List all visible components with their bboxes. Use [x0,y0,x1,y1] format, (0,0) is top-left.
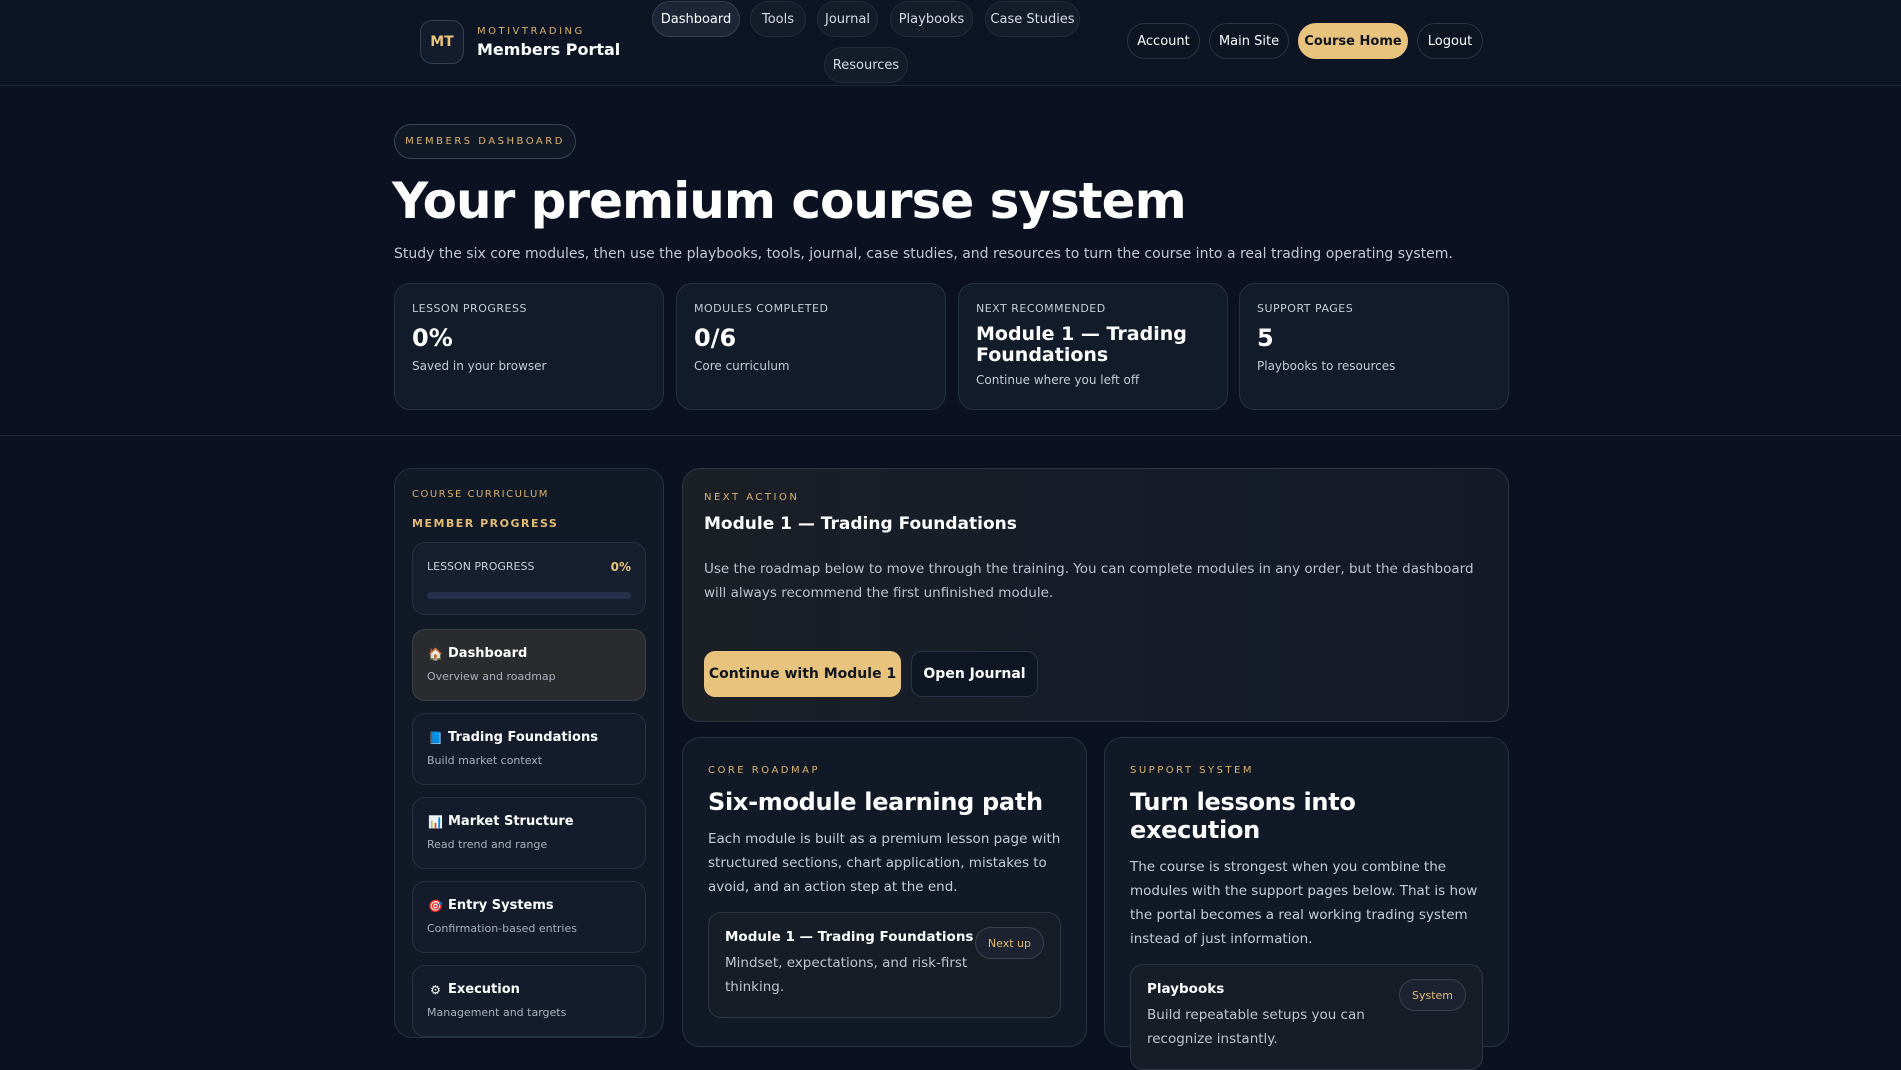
lesson-progress-box: LESSON PROGRESS 0% [412,542,646,615]
status-badge: Next up [974,927,1044,959]
support-title: Turn lessons into execution [1130,788,1356,844]
brand-name: Members Portal [477,39,621,59]
nav-link-resources[interactable]: Resources [824,47,908,83]
stat-value: 5 [1257,324,1274,352]
main-site-button[interactable]: Main Site [1209,23,1289,59]
stat-card-next-recommended: NEXT RECOMMENDED Module 1 — Trading Foun… [958,283,1228,410]
nav-link-playbooks[interactable]: Playbooks [890,1,973,37]
sidebar-item-subtitle: Read trend and range [427,838,548,851]
stat-card-modules-completed: MODULES COMPLETED 0/6 Core curriculum [676,283,946,410]
status-badge: System [1398,979,1466,1011]
book-icon: 📘 [428,730,443,745]
progress-percent: 0% [610,560,631,574]
next-action-card: NEXT ACTION Module 1 — Trading Foundatio… [682,468,1509,722]
course-home-button[interactable]: Course Home [1298,23,1408,59]
sidebar-item-trading-foundations[interactable]: 📘 Trading Foundations Build market conte… [412,713,646,785]
stat-label: MODULES COMPLETED [694,302,829,315]
section-divider [0,435,1901,436]
next-action-description: Use the roadmap below to move through th… [704,561,1474,601]
stat-label: SUPPORT PAGES [1257,302,1354,315]
brand-text: MOTIVTRADING Members Portal [477,26,620,59]
sidebar-item-subtitle: Build market context [427,754,543,767]
page-subtitle: Study the six core modules, then use the… [394,246,1453,262]
logout-button[interactable]: Logout [1417,23,1483,59]
stat-card-support-pages: SUPPORT PAGES 5 Playbooks to resources [1239,283,1509,410]
sidebar-item-execution[interactable]: ⚙ Execution Management and targets [412,965,646,1037]
page-title: Your premium course system [392,172,1187,230]
course-sidebar: COURSE CURRICULUM MEMBER PROGRESS LESSON… [394,468,664,1038]
sidebar-item-title: Market Structure [448,814,574,829]
brand-kicker: MOTIVTRADING [477,25,585,37]
next-action-kicker: NEXT ACTION [704,492,800,503]
core-roadmap-panel: CORE ROADMAP Six-module learning path Ea… [682,737,1087,1047]
progress-bar [427,592,631,599]
nav-link-dashboard[interactable]: Dashboard [652,1,740,37]
sidebar-item-title: Execution [448,982,520,997]
sidebar-item-entry-systems[interactable]: 🎯 Entry Systems Confirmation-based entri… [412,881,646,953]
support-card-playbooks[interactable]: Playbooks Build repeatable setups you ca… [1130,964,1483,1070]
stat-card-lesson-progress: LESSON PROGRESS 0% Saved in your browser [394,283,664,410]
sidebar-item-market-structure[interactable]: 📊 Market Structure Read trend and range [412,797,646,869]
brand-logo-badge: MT [420,20,464,64]
sidebar-kicker: COURSE CURRICULUM [412,489,549,500]
top-navigation-bar: MT MOTIVTRADING Members Portal Dashboard… [0,0,1901,86]
open-journal-button[interactable]: Open Journal [911,651,1038,697]
progress-label: LESSON PROGRESS [427,560,535,573]
roadmap-title: Six-module learning path [708,788,1043,816]
sidebar-item-subtitle: Confirmation-based entries [427,922,577,935]
next-action-title: Module 1 — Trading Foundations [704,514,1017,534]
stat-value: 0% [412,324,453,352]
sidebar-item-title: Entry Systems [448,898,554,913]
roadmap-kicker: CORE ROADMAP [708,765,820,776]
nav-link-tools[interactable]: Tools [750,1,806,37]
sidebar-item-title: Dashboard [448,646,528,661]
module-card-description: Mindset, expectations, and risk-first th… [725,955,968,995]
support-card-description: Build repeatable setups you can recogniz… [1147,1007,1365,1047]
nav-link-case-studies[interactable]: Case Studies [985,1,1080,37]
stat-value: 0/6 [694,324,737,352]
brand[interactable]: MT MOTIVTRADING Members Portal [420,20,620,64]
stat-label: NEXT RECOMMENDED [976,302,1106,315]
stat-label: LESSON PROGRESS [412,302,527,315]
target-icon: 🎯 [428,898,443,913]
continue-module-button[interactable]: Continue with Module 1 [704,651,901,697]
stat-note: Core curriculum [694,359,790,373]
roadmap-description: Each module is built as a premium lesson… [708,831,1061,895]
chart-icon: 📊 [428,814,443,829]
sidebar-title: MEMBER PROGRESS [412,517,559,530]
stat-note: Continue where you left off [976,373,1140,387]
home-icon: 🏠 [428,646,443,661]
stat-note: Saved in your browser [412,359,547,373]
sidebar-item-title: Trading Foundations [448,730,598,745]
nav-link-journal[interactable]: Journal [817,1,878,37]
sidebar-item-subtitle: Management and targets [427,1006,567,1019]
account-button[interactable]: Account [1127,23,1200,59]
gear-icon: ⚙ [430,982,441,997]
stat-value: Module 1 — Trading Foundations [976,323,1187,366]
sidebar-item-subtitle: Overview and roadmap [427,670,556,683]
support-description: The course is strongest when you combine… [1130,859,1478,947]
module-card[interactable]: Module 1 — Trading Foundations Mindset, … [708,912,1061,1018]
support-system-panel: SUPPORT SYSTEM Turn lessons into executi… [1104,737,1509,1070]
support-kicker: SUPPORT SYSTEM [1130,765,1254,776]
hero-section-label: MEMBERS DASHBOARD [394,124,576,159]
stat-note: Playbooks to resources [1257,359,1396,373]
sidebar-item-dashboard[interactable]: 🏠 Dashboard Overview and roadmap [412,629,646,701]
